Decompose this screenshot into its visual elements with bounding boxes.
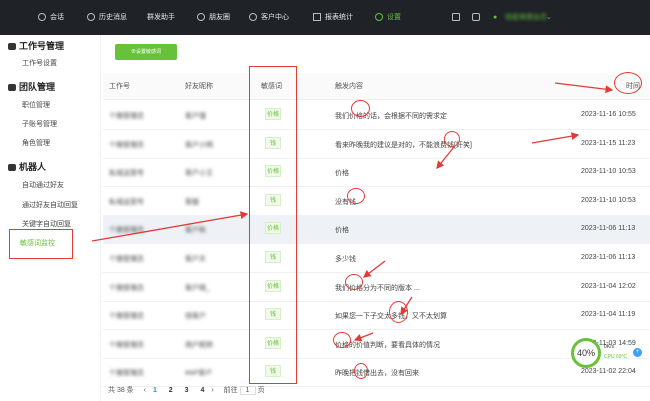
arrow-to-word-5 — [400, 296, 413, 316]
arrow-to-word-4 — [362, 260, 386, 278]
arrow-to-word-2 — [436, 146, 455, 170]
plus-icon[interactable]: + — [633, 348, 642, 357]
perf-widget[interactable]: 40% — [571, 338, 601, 368]
arrow-to-row-time — [531, 132, 580, 144]
cpu-temp: CPU 69°C — [604, 354, 628, 360]
arrow-from-sidebar — [91, 211, 249, 242]
annotation-arrows — [91, 82, 614, 342]
arrow-to-time — [554, 82, 614, 94]
arrow-to-word-6 — [353, 332, 374, 342]
net-speed: 0K/s — [604, 344, 615, 350]
